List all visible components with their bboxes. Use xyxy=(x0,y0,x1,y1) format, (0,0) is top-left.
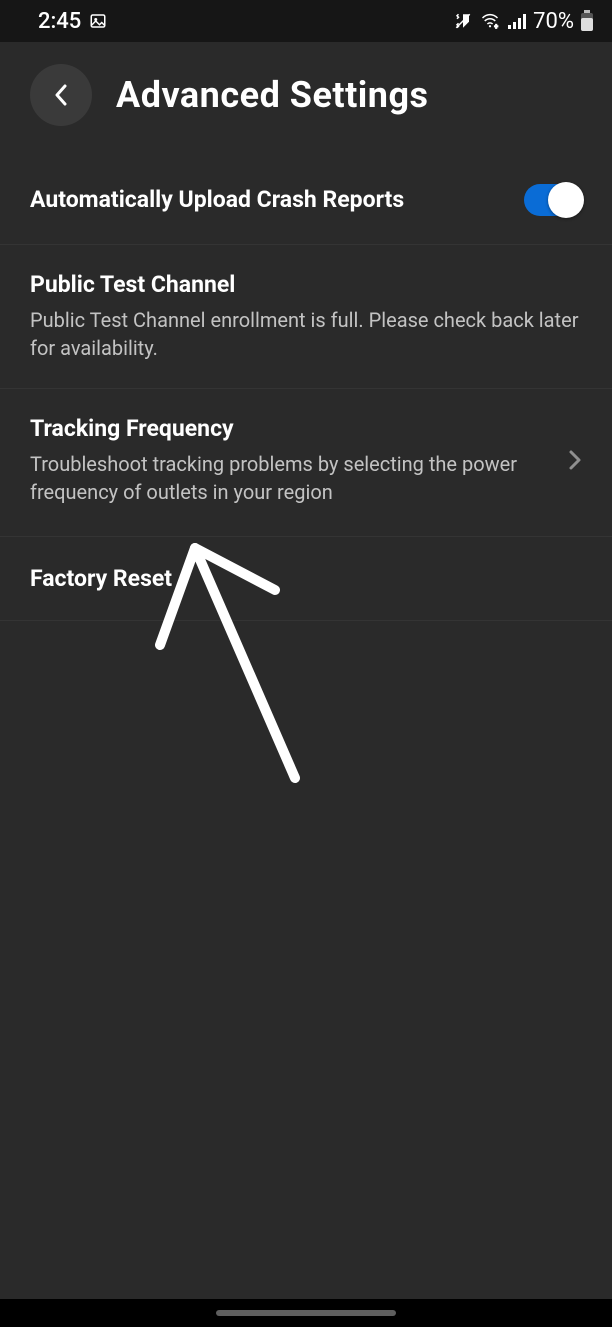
factory-reset-title: Factory Reset xyxy=(30,563,582,594)
status-right: + 70% xyxy=(453,9,594,34)
ptc-title: Public Test Channel xyxy=(30,269,582,300)
back-button[interactable] xyxy=(30,64,92,126)
setting-crash-reports[interactable]: Automatically Upload Crash Reports xyxy=(0,164,612,245)
status-left: 2:45 xyxy=(38,9,107,34)
tracking-freq-subtitle: Troubleshoot tracking problems by select… xyxy=(30,450,548,506)
system-nav-handle[interactable] xyxy=(216,1310,396,1316)
settings-list: Automatically Upload Crash Reports Publi… xyxy=(0,164,612,621)
crash-reports-title: Automatically Upload Crash Reports xyxy=(30,184,504,215)
crash-reports-toggle[interactable] xyxy=(524,184,582,216)
page-title: Advanced Settings xyxy=(116,74,429,116)
page-header: Advanced Settings xyxy=(0,42,612,140)
chevron-right-icon xyxy=(568,449,582,471)
setting-tracking-frequency[interactable]: Tracking Frequency Troubleshoot tracking… xyxy=(0,389,612,537)
svg-text:+: + xyxy=(495,24,499,31)
battery-icon xyxy=(580,10,594,32)
app-screen: 2:45 xyxy=(0,0,612,1299)
vibrate-icon xyxy=(453,12,473,30)
status-time: 2:45 xyxy=(38,9,81,34)
signal-icon xyxy=(507,12,527,30)
ptc-subtitle: Public Test Channel enrollment is full. … xyxy=(30,306,582,362)
status-bar: 2:45 xyxy=(0,0,612,42)
chevron-left-icon xyxy=(54,84,68,106)
status-battery: 70% xyxy=(533,9,574,34)
toggle-knob xyxy=(548,182,584,218)
wifi-icon: + xyxy=(479,12,501,30)
setting-public-test-channel[interactable]: Public Test Channel Public Test Channel … xyxy=(0,245,612,389)
setting-factory-reset[interactable]: Factory Reset xyxy=(0,537,612,621)
picture-icon xyxy=(89,12,107,30)
system-nav-bar xyxy=(0,1299,612,1327)
tracking-freq-title: Tracking Frequency xyxy=(30,413,548,444)
